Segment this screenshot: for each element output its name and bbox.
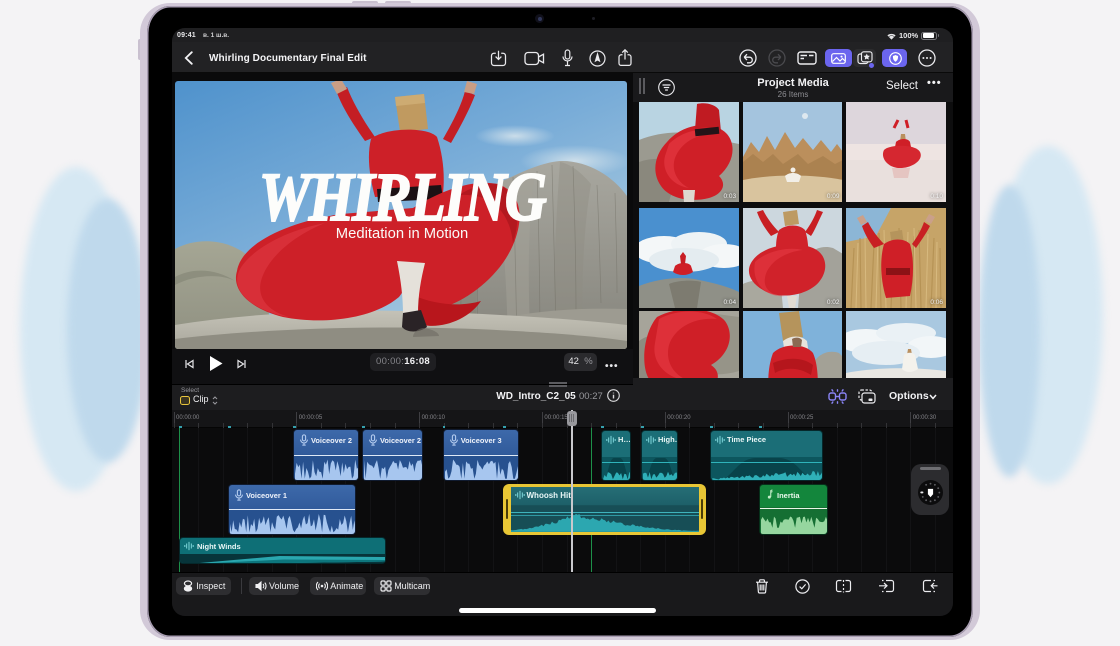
svg-text:WHIRLING: WHIRLING bbox=[259, 158, 547, 235]
svg-text:Meditation in Motion: Meditation in Motion bbox=[336, 226, 468, 242]
